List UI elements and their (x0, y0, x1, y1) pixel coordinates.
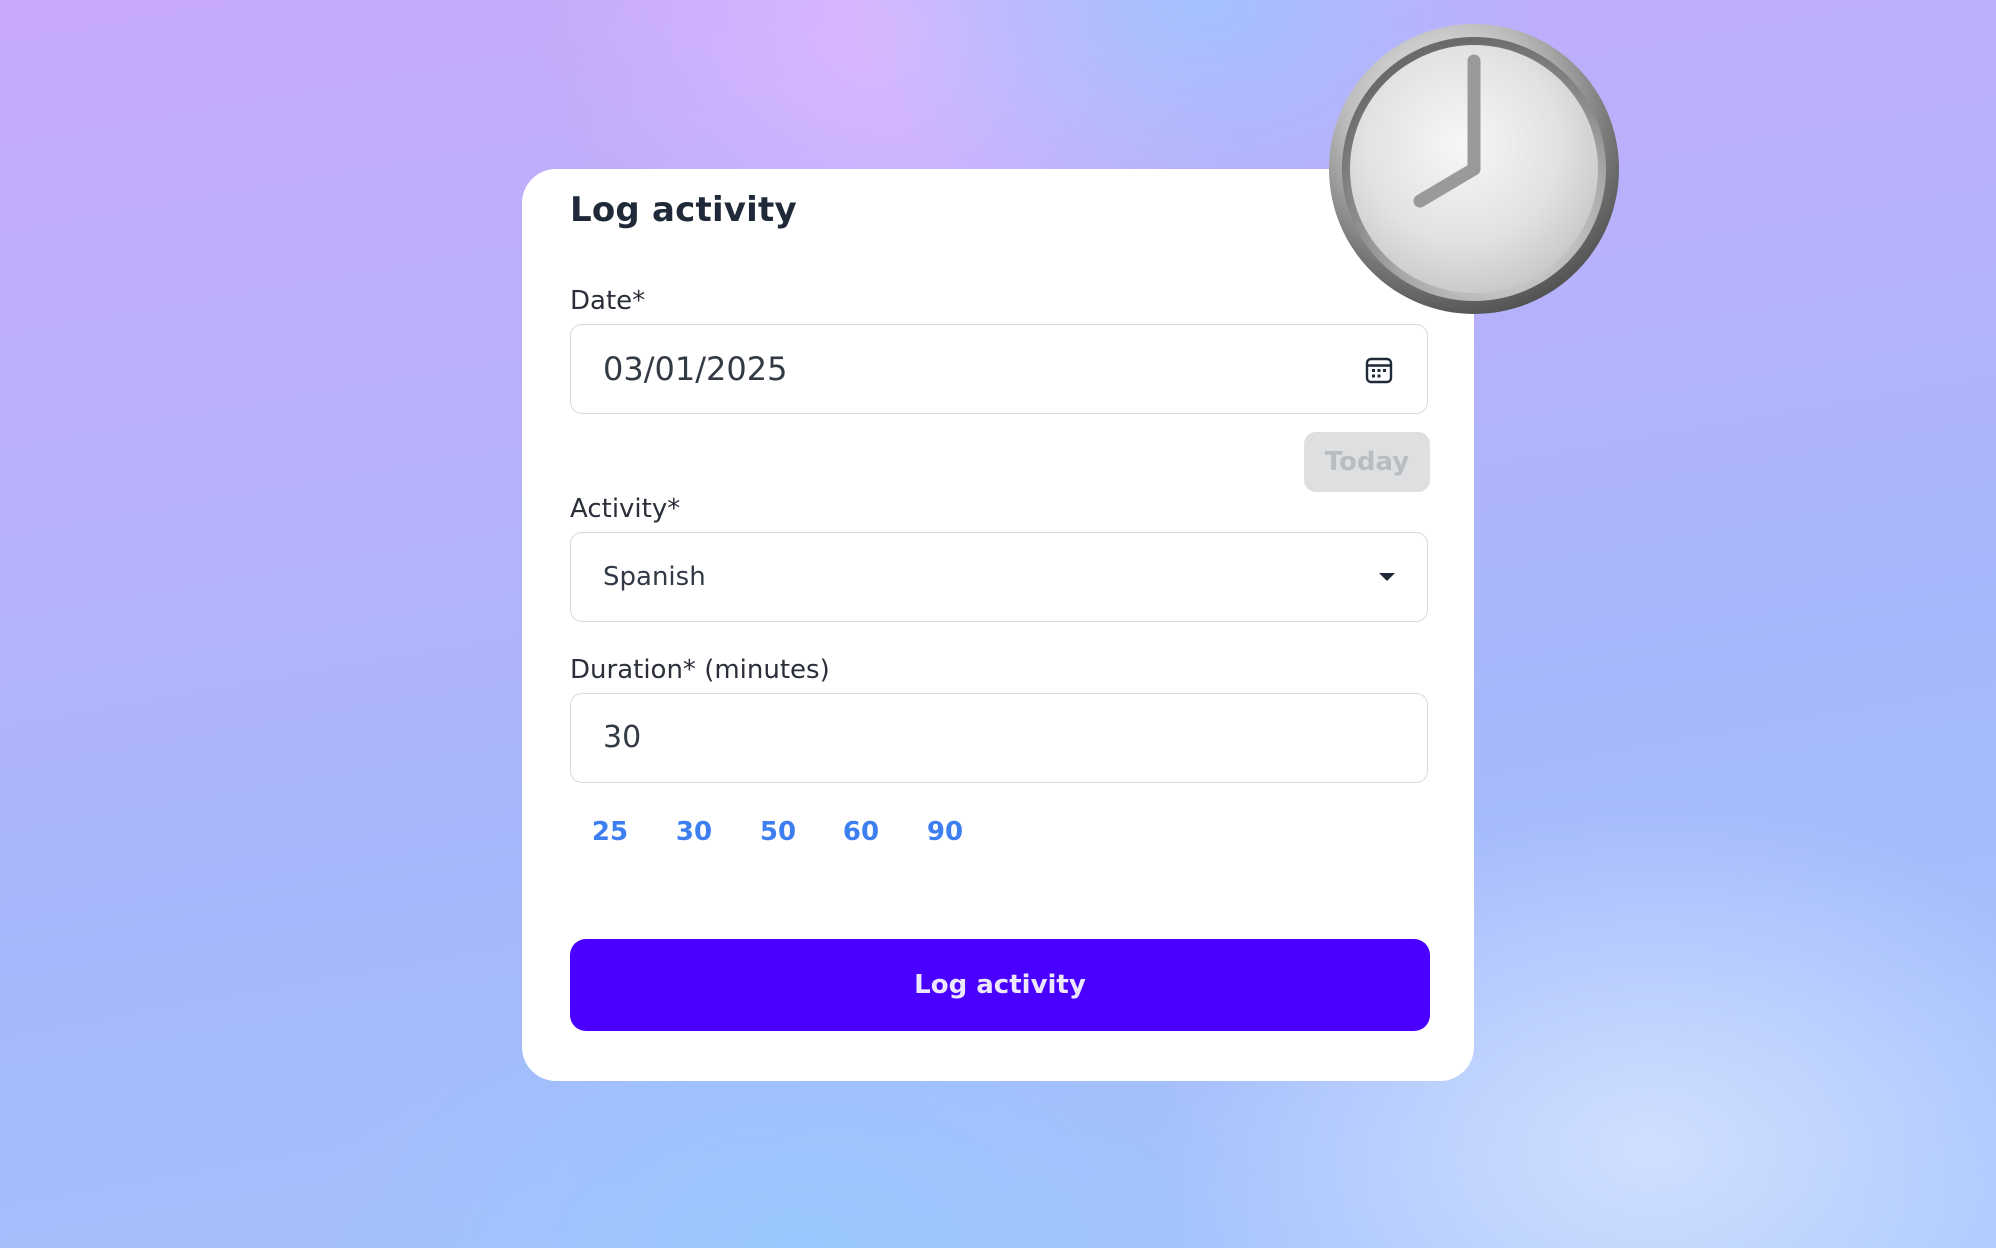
preset-30-button[interactable]: 30 (668, 807, 720, 857)
preset-90-button[interactable]: 90 (919, 807, 971, 857)
preset-60-button[interactable]: 60 (835, 807, 887, 857)
duration-label: Duration* (minutes) (570, 655, 830, 685)
activity-label: Activity* (570, 494, 681, 524)
preset-25-button[interactable]: 25 (584, 807, 636, 857)
form-title: Log activity (570, 190, 797, 230)
log-activity-button[interactable]: Log activity (570, 939, 1430, 1031)
duration-input[interactable]: 30 (570, 693, 1428, 783)
date-value: 03/01/2025 (603, 350, 788, 388)
date-label: Date* (570, 286, 646, 316)
clock-icon (1329, 24, 1619, 314)
chevron-down-icon (1379, 573, 1395, 581)
calendar-icon[interactable] (1365, 356, 1393, 384)
duration-value: 30 (603, 720, 642, 755)
activity-select[interactable]: Spanish (570, 532, 1428, 622)
date-input[interactable]: 03/01/2025 (570, 324, 1428, 414)
today-button[interactable]: Today (1304, 432, 1430, 492)
activity-selected-value: Spanish (603, 562, 706, 592)
preset-50-button[interactable]: 50 (752, 807, 804, 857)
